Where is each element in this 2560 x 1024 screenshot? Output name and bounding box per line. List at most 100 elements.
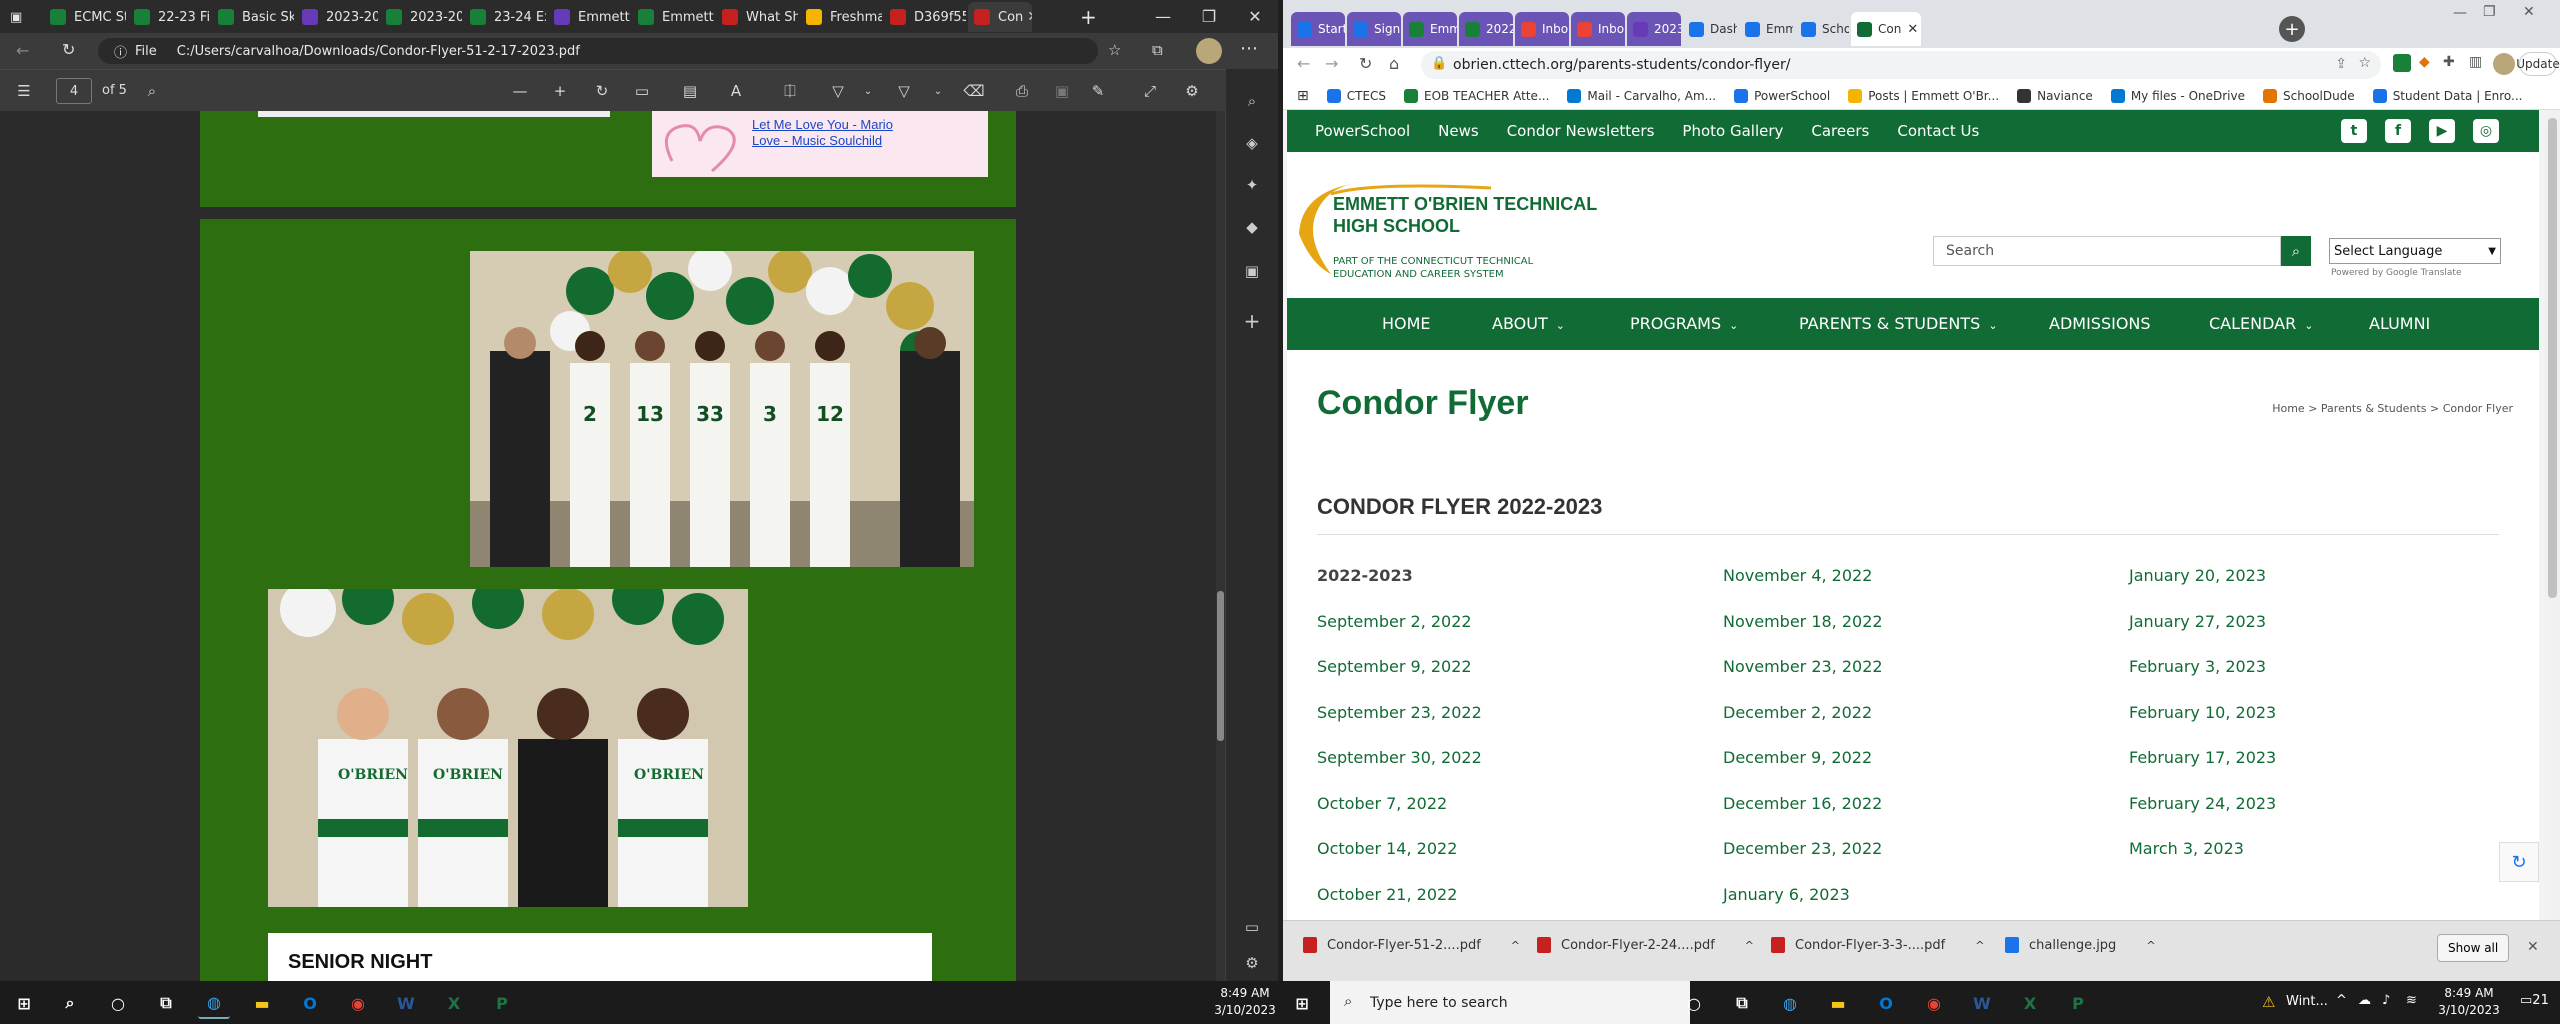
pdf-scrollbar[interactable] xyxy=(1216,111,1225,981)
refresh-icon[interactable]: ↻ xyxy=(62,40,75,59)
scrollbar-thumb[interactable] xyxy=(2548,118,2557,598)
profile-avatar[interactable] xyxy=(2493,53,2515,75)
flyer-link[interactable]: September 9, 2022 xyxy=(1317,657,1472,676)
forward-arrow-icon[interactable]: → xyxy=(1325,54,1338,73)
close-icon[interactable]: ✕ xyxy=(1400,22,1401,37)
top-link-0[interactable]: PowerSchool xyxy=(1315,122,1410,140)
twitter-icon[interactable]: t xyxy=(2341,119,2367,143)
flyer-link[interactable]: February 3, 2023 xyxy=(2129,657,2266,676)
weather-text[interactable]: Wint... xyxy=(2286,994,2328,1009)
flyer-link[interactable]: September 30, 2022 xyxy=(1317,748,1482,767)
file-explorer-icon[interactable]: ▬ xyxy=(1822,987,1854,1019)
favorites-star-icon[interactable]: ☆ xyxy=(1108,41,1121,59)
notifications-icon[interactable]: ▭21 xyxy=(2520,993,2549,1008)
bookmark-item[interactable]: Mail - Carvalho, Am... xyxy=(1567,88,1716,103)
back-arrow-icon[interactable]: ← xyxy=(16,41,29,60)
task-view-icon[interactable]: ⧉ xyxy=(150,987,182,1019)
side-panel-icon[interactable]: ▥ xyxy=(2469,54,2482,70)
settings-gear-icon[interactable]: ⚙ xyxy=(1180,79,1204,103)
publisher-app-icon[interactable]: P xyxy=(2062,987,2094,1019)
collections-icon[interactable]: ⧉ xyxy=(1152,41,1163,59)
main-nav-item-1[interactable]: ABOUT ⌄ xyxy=(1492,314,1565,333)
tab-9[interactable]: Freshma✕ xyxy=(800,2,882,32)
tab-2[interactable]: Emm ✕ xyxy=(1403,12,1457,46)
page-number-input[interactable]: 4 xyxy=(56,78,92,104)
scrollbar-thumb[interactable] xyxy=(1217,591,1224,741)
maximize-button[interactable]: ❐ xyxy=(2483,4,2496,20)
flyer-link[interactable]: October 7, 2022 xyxy=(1317,794,1447,813)
flyer-link[interactable]: November 18, 2022 xyxy=(1723,612,1883,631)
windows-start-icon[interactable]: ⊞ xyxy=(8,987,40,1019)
flyer-link[interactable]: March 3, 2023 xyxy=(2129,839,2244,858)
chevron-down-icon[interactable]: ⌄ xyxy=(856,79,880,103)
new-tab-button[interactable]: + xyxy=(2279,16,2305,42)
tab-10[interactable]: D369f55✕ xyxy=(884,2,966,32)
youtube-icon[interactable]: ▶ xyxy=(2429,119,2455,143)
top-link-4[interactable]: Careers xyxy=(1811,122,1869,140)
close-window-button[interactable]: ✕ xyxy=(1232,0,1278,33)
tab-5[interactable]: 23-24 Ex✕ xyxy=(464,2,546,32)
office-icon[interactable]: ◆ xyxy=(1240,215,1264,239)
cortana-icon[interactable]: ○ xyxy=(1678,987,1710,1019)
network-icon[interactable]: ☁ xyxy=(2358,993,2371,1008)
address-input[interactable]: ⓘ File C:/Users/carvalhoa/Downloads/Cond… xyxy=(98,38,1098,64)
extension-icon[interactable] xyxy=(2393,54,2411,72)
language-select[interactable]: Select Language ▼ xyxy=(2329,238,2501,264)
school-logo[interactable]: EMMETT O'BRIEN TECHNICAL HIGH SCHOOL PAR… xyxy=(1291,174,1611,284)
extensions-puzzle-icon[interactable]: ✚ xyxy=(2443,54,2455,70)
flyer-link[interactable]: November 4, 2022 xyxy=(1723,566,1872,585)
hide-sidebar-icon[interactable]: ▭ xyxy=(1240,915,1264,939)
back-arrow-icon[interactable]: ← xyxy=(1297,54,1310,73)
print-icon[interactable]: ⎙ xyxy=(1010,79,1034,103)
save-as-icon[interactable]: ✎ xyxy=(1086,79,1110,103)
update-button[interactable]: Update xyxy=(2516,52,2560,76)
bookmark-item[interactable]: SchoolDude xyxy=(2263,88,2355,103)
flyer-link[interactable]: September 23, 2022 xyxy=(1317,703,1482,722)
flyer-link[interactable]: December 2, 2022 xyxy=(1723,703,1872,722)
outlook-app-icon[interactable]: O xyxy=(1870,987,1902,1019)
main-nav-item-2[interactable]: PROGRAMS ⌄ xyxy=(1630,314,1738,333)
settings-gear-icon[interactable]: ⚙ xyxy=(1240,951,1264,975)
flyer-link[interactable]: January 20, 2023 xyxy=(2129,566,2266,585)
flyer-link[interactable]: November 23, 2022 xyxy=(1723,657,1883,676)
recaptcha-badge[interactable]: ↻ xyxy=(2499,842,2539,882)
main-nav-item-3[interactable]: PARENTS & STUDENTS ⌄ xyxy=(1799,314,1998,333)
apps-grid-icon[interactable]: ⊞ xyxy=(1297,88,1309,104)
show-all-button[interactable]: Show all xyxy=(2437,934,2510,962)
flyer-link[interactable]: October 21, 2022 xyxy=(1317,885,1457,904)
bookmark-item[interactable]: My files - OneDrive xyxy=(2110,88,2245,103)
tab-11[interactable]: Con✕ xyxy=(968,2,1032,32)
tab-1[interactable]: Sign✕ xyxy=(1347,12,1401,46)
draw-icon[interactable]: ▽ xyxy=(826,79,850,103)
close-icon[interactable]: ✕ xyxy=(2527,939,2539,955)
file-explorer-icon[interactable]: ▬ xyxy=(246,987,278,1019)
bookmark-item[interactable]: Naviance xyxy=(2017,88,2093,103)
facebook-icon[interactable]: f xyxy=(2385,119,2411,143)
tab-3[interactable]: 2023-20✕ xyxy=(296,2,378,32)
edge-app-icon[interactable]: ◍ xyxy=(198,987,230,1019)
bookmark-item[interactable]: Student Data | Enro... xyxy=(2372,88,2523,103)
close-icon[interactable]: ✕ xyxy=(1568,22,1569,37)
tab-3[interactable]: 2022✕ xyxy=(1459,12,1513,46)
outlook-icon[interactable]: ▣ xyxy=(1240,259,1264,283)
rotate-icon[interactable]: ↻ xyxy=(590,79,614,103)
read-aloud-icon[interactable]: A xyxy=(724,79,748,103)
flyer-link[interactable]: December 16, 2022 xyxy=(1723,794,1882,813)
edge-app-icon[interactable]: ◍ xyxy=(1774,987,1806,1019)
close-icon[interactable]: ✕ xyxy=(1624,22,1625,37)
chrome-app-icon[interactable]: ◉ xyxy=(342,987,374,1019)
close-window-button[interactable]: ✕ xyxy=(2523,4,2535,20)
tab-6[interactable]: Emmett✕ xyxy=(548,2,630,32)
more-menu-icon[interactable]: ⋯ xyxy=(1240,38,1258,59)
download-item[interactable]: Condor-Flyer-51-2....pdf ^ xyxy=(1303,937,1520,953)
bookmark-item[interactable]: PowerSchool xyxy=(1734,88,1830,103)
tab-2[interactable]: Basic Ski✕ xyxy=(212,2,294,32)
word-app-icon[interactable]: W xyxy=(390,987,422,1019)
task-view-icon[interactable]: ⧉ xyxy=(1726,987,1758,1019)
save-icon[interactable]: ▣ xyxy=(1050,79,1074,103)
weather-warning-icon[interactable]: ⚠ xyxy=(2262,993,2275,1011)
breadcrumb-home[interactable]: Home xyxy=(2272,402,2304,415)
pdf-song-link[interactable]: Let Me Love You - Mario Love - Music Sou… xyxy=(752,117,893,149)
tab-actions-icon[interactable]: ▣ xyxy=(4,2,40,32)
search-icon[interactable]: ⌕ xyxy=(1240,89,1264,113)
